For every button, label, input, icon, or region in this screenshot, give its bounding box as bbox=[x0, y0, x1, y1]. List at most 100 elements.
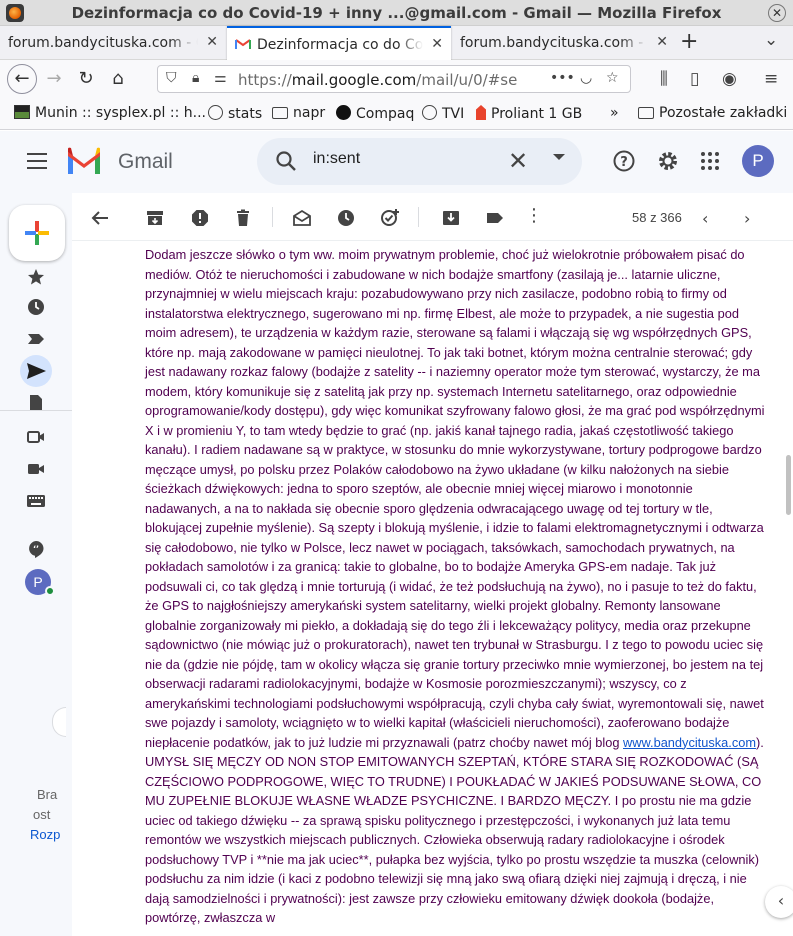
search-options-icon[interactable] bbox=[553, 154, 565, 160]
tab-bar: forum.bandycituska.com - O ✕ Dezinformac… bbox=[0, 26, 793, 60]
svg-text:‘’: ‘’ bbox=[33, 545, 39, 554]
close-icon[interactable]: ✕ bbox=[656, 34, 668, 50]
report-spam-icon[interactable] bbox=[190, 208, 210, 228]
tab-label: forum.bandycituska.com - Z bbox=[460, 35, 648, 51]
blog-link[interactable]: www.bandycituska.com bbox=[623, 735, 756, 750]
menu-icon[interactable]: ≡ bbox=[764, 69, 778, 89]
window-titlebar: Dezinformacja co do Covid-19 + inny ...@… bbox=[0, 0, 793, 26]
main-menu-icon[interactable] bbox=[27, 153, 47, 169]
account-icon[interactable]: ◉ bbox=[722, 69, 737, 89]
message-text-part1: Dodam jeszcze słówko o tym ww. moim pryw… bbox=[145, 247, 765, 750]
tab-forum-1[interactable]: forum.bandycituska.com - O ✕ bbox=[0, 26, 226, 60]
compose-plus-icon bbox=[25, 221, 49, 245]
rail-scroll-handle[interactable] bbox=[52, 707, 66, 737]
munin-icon bbox=[14, 105, 30, 119]
shield-icon[interactable]: ⛉ bbox=[166, 70, 177, 86]
gmail-logo-icon[interactable] bbox=[66, 147, 102, 175]
more-options-icon[interactable]: ⋮ bbox=[524, 205, 544, 226]
hp-icon bbox=[336, 105, 351, 120]
important-icon[interactable] bbox=[26, 329, 46, 349]
apps-grid-icon[interactable] bbox=[698, 149, 722, 173]
window-close-button[interactable]: ✕ bbox=[768, 4, 786, 22]
bookmark-tvi[interactable]: TVI bbox=[422, 105, 464, 122]
tab-list-chevron-icon[interactable]: ⌄ bbox=[764, 30, 778, 50]
archive-icon[interactable] bbox=[145, 208, 165, 228]
permissions-icon[interactable]: ⚌ bbox=[214, 70, 227, 86]
older-chevron-icon[interactable]: › bbox=[744, 209, 750, 228]
proliant-icon bbox=[476, 105, 486, 120]
home-button[interactable]: ⌂ bbox=[104, 65, 132, 93]
snoozed-icon[interactable] bbox=[26, 297, 46, 317]
back-arrow-icon[interactable] bbox=[90, 208, 110, 228]
label-icon[interactable] bbox=[485, 208, 505, 228]
gear-icon[interactable] bbox=[656, 149, 680, 173]
url-text[interactable]: https://mail.google.com/mail/u/0/#sent/K… bbox=[238, 71, 518, 89]
close-icon[interactable]: ✕ bbox=[431, 36, 443, 52]
clear-search-icon[interactable]: ✕ bbox=[508, 147, 528, 175]
gmail-icon bbox=[235, 39, 251, 49]
side-panel-toggle-icon[interactable]: ‹ bbox=[765, 886, 793, 918]
pager-count: 58 z 366 bbox=[632, 210, 682, 225]
account-avatar[interactable]: P bbox=[742, 145, 774, 177]
tab-forum-2[interactable]: forum.bandycituska.com - Z ✕ bbox=[452, 26, 676, 60]
globe-icon bbox=[208, 105, 223, 120]
rail-note-line2: ost bbox=[33, 807, 51, 822]
bookmark-stats[interactable]: stats bbox=[208, 105, 262, 122]
bookmark-proliant[interactable]: Proliant 1 GB bbox=[476, 105, 582, 122]
tab-label: forum.bandycituska.com - O bbox=[8, 35, 198, 51]
navigation-bar: ← → ↻ ⌂ ⛉ 🔒︎ ⚌ https://mail.google.com/m… bbox=[0, 60, 793, 98]
rail-note-line1: Bra bbox=[37, 787, 58, 802]
meet-join-icon[interactable] bbox=[26, 459, 46, 479]
toolbar-divider bbox=[272, 207, 273, 227]
newer-chevron-icon[interactable]: ‹ bbox=[702, 209, 708, 228]
meet-new-icon[interactable] bbox=[26, 427, 46, 447]
pocket-icon[interactable]: ◡ bbox=[580, 70, 592, 86]
add-task-icon[interactable] bbox=[380, 208, 400, 228]
snooze-icon[interactable] bbox=[336, 208, 356, 228]
more-icon[interactable]: ••• bbox=[550, 70, 575, 86]
online-status-badge bbox=[45, 586, 55, 596]
help-icon[interactable]: ? bbox=[612, 149, 636, 173]
starred-icon[interactable] bbox=[26, 267, 46, 287]
url-bar[interactable]: ⛉ 🔒︎ ⚌ https://mail.google.com/mail/u/0/… bbox=[157, 65, 631, 93]
close-icon[interactable]: ✕ bbox=[206, 34, 218, 50]
sidebar-item-sent[interactable] bbox=[20, 355, 52, 387]
library-icon[interactable]: ⫼ bbox=[660, 69, 668, 89]
gmail-header: Gmail ✕ ? P bbox=[0, 131, 793, 193]
hangouts-icon[interactable]: ‘’ bbox=[26, 539, 46, 559]
search-icon[interactable] bbox=[275, 150, 297, 172]
rail-divider bbox=[0, 410, 72, 411]
search-bar: ✕ bbox=[257, 138, 582, 185]
forward-button[interactable]: → bbox=[40, 65, 68, 93]
mark-unread-icon[interactable] bbox=[292, 208, 312, 228]
message-body: Dodam jeszcze słówko o tym ww. moim pryw… bbox=[145, 245, 767, 928]
message-toolbar: ⋮ 58 z 366 ‹ › bbox=[72, 193, 793, 241]
bookmark-munin[interactable]: Munin :: sysplex.pl :: h... bbox=[14, 105, 206, 121]
bookmarks-overflow-icon[interactable]: » bbox=[610, 105, 619, 121]
bookmark-compaq[interactable]: Compaq bbox=[336, 105, 414, 122]
move-to-icon[interactable] bbox=[441, 208, 461, 228]
browser-window: Dezinformacja co do Covid-19 + inny ...@… bbox=[0, 0, 793, 936]
lock-icon[interactable]: 🔒︎ bbox=[192, 70, 199, 86]
svg-text:?: ? bbox=[620, 155, 628, 170]
tab-gmail[interactable]: Dezinformacja co do Covi ✕ bbox=[227, 26, 451, 60]
compose-button[interactable] bbox=[9, 205, 65, 261]
rail-note-link[interactable]: Rozp bbox=[30, 827, 60, 842]
toolbar-divider bbox=[418, 207, 419, 227]
page-scrollbar[interactable] bbox=[786, 455, 791, 515]
sidebar-icon[interactable]: ▯ bbox=[690, 69, 699, 89]
search-input[interactable] bbox=[313, 150, 493, 168]
new-tab-button[interactable]: + bbox=[680, 29, 698, 54]
bookmark-star-icon[interactable]: ☆ bbox=[606, 70, 619, 86]
message-view: ⋮ 58 z 366 ‹ › Dodam jeszcze słówko o ty… bbox=[72, 193, 793, 936]
keyboard-icon[interactable] bbox=[26, 491, 46, 511]
reload-button[interactable]: ↻ bbox=[72, 65, 100, 93]
bookmark-napr[interactable]: napr bbox=[272, 105, 325, 121]
send-icon bbox=[27, 363, 46, 379]
left-rail: ‘’ P Bra ost Rozp bbox=[0, 193, 72, 936]
bookmark-other[interactable]: Pozostałe zakładki bbox=[638, 105, 787, 121]
folder-icon bbox=[272, 107, 288, 119]
gmail-wordmark: Gmail bbox=[118, 150, 173, 173]
delete-icon[interactable] bbox=[233, 208, 253, 228]
back-button[interactable]: ← bbox=[7, 64, 37, 94]
